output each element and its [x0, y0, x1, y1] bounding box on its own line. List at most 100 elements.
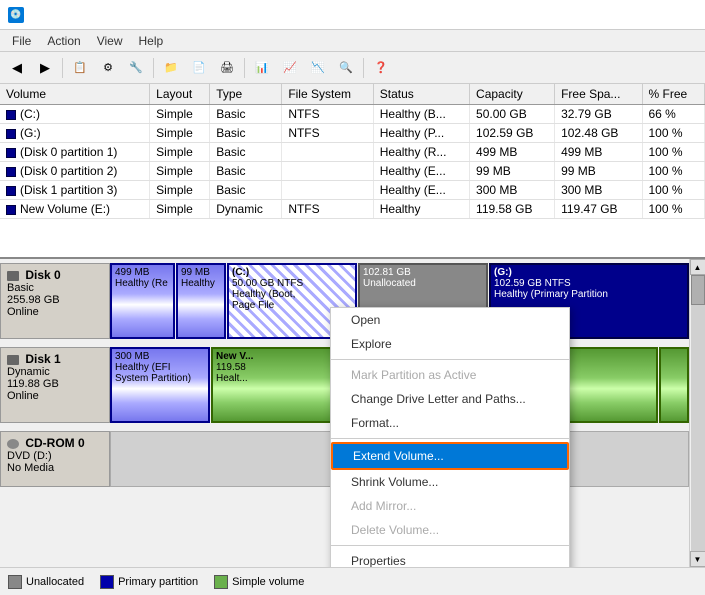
menu-help[interactable]: Help — [131, 32, 172, 50]
legend-simple: Simple volume — [214, 575, 304, 589]
disk-section: Disk 0 Basic 255.98 GB Online 499 MB Hea… — [0, 259, 705, 567]
menu-bar: File Action View Help — [0, 30, 705, 52]
toolbar-btn-12[interactable]: 🔍 — [333, 56, 359, 80]
app-icon: 💿 — [8, 7, 24, 23]
disk0-part2-status: Healthy — [181, 278, 221, 289]
legend-simple-box — [214, 575, 228, 589]
toolbar-separator-1 — [62, 58, 63, 78]
toolbar: ◀ ▶ 📋 ⚙ 🔧 📁 📄 🖨 📊 📈 📉 🔍 ❓ — [0, 52, 705, 84]
scroll-down-btn[interactable]: ▼ — [690, 551, 705, 567]
table-row[interactable]: (C:)SimpleBasicNTFSHealthy (B...50.00 GB… — [0, 105, 705, 124]
disk0-unalloc-size: 102.81 GB — [363, 267, 483, 278]
context-menu: Open Explore Mark Partition as Active Ch… — [330, 307, 570, 567]
ctx-properties[interactable]: Properties — [331, 549, 569, 567]
legend-primary-label: Primary partition — [118, 576, 198, 588]
table-row[interactable]: (G:)SimpleBasicNTFSHealthy (P...102.59 G… — [0, 124, 705, 143]
toolbar-separator-3 — [244, 58, 245, 78]
table-row[interactable]: (Disk 1 partition 3)SimpleBasicHealthy (… — [0, 181, 705, 200]
toolbar-btn-10[interactable]: 📈 — [277, 56, 303, 80]
ctx-sep-2 — [331, 438, 569, 439]
toolbar-btn-help[interactable]: ❓ — [368, 56, 394, 80]
disk0-size: 255.98 GB — [7, 294, 103, 306]
ctx-mark-active: Mark Partition as Active — [331, 363, 569, 387]
legend: Unallocated Primary partition Simple vol… — [0, 567, 705, 595]
disk1-size: 119.88 GB — [7, 378, 103, 390]
cdrom0-title: CD-ROM 0 — [7, 436, 103, 450]
window-controls — [607, 5, 697, 25]
disk1-status: Online — [7, 390, 103, 402]
disk0-icon — [7, 271, 19, 281]
disk0-part3-name: (C:) — [232, 267, 352, 278]
ctx-sep-1 — [331, 359, 569, 360]
cdrom0-label: CD-ROM 0 DVD (D:) No Media — [0, 431, 110, 487]
legend-simple-label: Simple volume — [232, 576, 304, 588]
disk1-part3-extra[interactable] — [659, 347, 689, 423]
toolbar-forward[interactable]: ▶ — [32, 56, 58, 80]
minimize-button[interactable] — [607, 5, 637, 25]
disk-scrollbar[interactable]: ▲ ▼ — [689, 259, 705, 567]
disk1-part1-efi[interactable]: 300 MB Healthy (EFI System Partition) — [110, 347, 210, 423]
maximize-button[interactable] — [637, 5, 667, 25]
ctx-shrink-volume[interactable]: Shrink Volume... — [331, 470, 569, 494]
vol-icon — [6, 129, 16, 139]
scroll-up-btn[interactable]: ▲ — [690, 259, 705, 275]
toolbar-separator-2 — [153, 58, 154, 78]
toolbar-btn-11[interactable]: 📉 — [305, 56, 331, 80]
disk0-part2[interactable]: 99 MB Healthy — [176, 263, 226, 339]
disk1-type: Dynamic — [7, 366, 103, 378]
disk0-title: Disk 0 — [7, 268, 103, 282]
toolbar-btn-6[interactable]: 📁 — [158, 56, 184, 80]
col-freepct: % Free — [642, 84, 705, 105]
toolbar-btn-5[interactable]: 🔧 — [123, 56, 149, 80]
legend-primary: Primary partition — [100, 575, 198, 589]
disk0-type: Basic — [7, 282, 103, 294]
toolbar-btn-9[interactable]: 📊 — [249, 56, 275, 80]
disk1-title: Disk 1 — [7, 352, 103, 366]
col-filesystem: File System — [282, 84, 373, 105]
disk0-part5-status: Healthy (Primary Partition — [494, 289, 684, 300]
vol-icon — [6, 186, 16, 196]
disk0-part1-status: Healthy (Re — [115, 278, 170, 289]
table-row[interactable]: New Volume (E:)SimpleDynamicNTFSHealthy1… — [0, 200, 705, 219]
disk1-part1-size: 300 MB — [115, 351, 205, 362]
cdrom0-type: DVD (D:) — [7, 450, 103, 462]
ctx-delete-volume: Delete Volume... — [331, 518, 569, 542]
legend-primary-box — [100, 575, 114, 589]
toolbar-btn-7[interactable]: 📄 — [186, 56, 212, 80]
ctx-add-mirror: Add Mirror... — [331, 494, 569, 518]
scroll-track[interactable] — [691, 275, 705, 551]
ctx-extend-volume[interactable]: Extend Volume... — [331, 442, 569, 470]
menu-action[interactable]: Action — [39, 32, 88, 50]
scroll-thumb[interactable] — [691, 275, 705, 305]
toolbar-btn-3[interactable]: 📋 — [67, 56, 93, 80]
vol-icon — [6, 148, 16, 158]
disk0-part2-size: 99 MB — [181, 267, 221, 278]
vol-icon — [6, 205, 16, 215]
disk0-part3-size: 50.00 GB NTFS — [232, 278, 352, 289]
ctx-explore[interactable]: Explore — [331, 332, 569, 356]
volume-table-area: Volume Layout Type File System Status Ca… — [0, 84, 705, 259]
disk1-label: Disk 1 Dynamic 119.88 GB Online — [0, 347, 110, 423]
menu-view[interactable]: View — [89, 32, 131, 50]
legend-unalloc-label: Unallocated — [26, 576, 84, 588]
disk1-icon — [7, 355, 19, 365]
ctx-open[interactable]: Open — [331, 308, 569, 332]
disk0-status: Online — [7, 306, 103, 318]
col-volume: Volume — [0, 84, 150, 105]
cdrom0-status: No Media — [7, 462, 103, 474]
table-row[interactable]: (Disk 0 partition 2)SimpleBasicHealthy (… — [0, 162, 705, 181]
legend-unallocated: Unallocated — [8, 575, 84, 589]
toolbar-separator-4 — [363, 58, 364, 78]
toolbar-btn-8[interactable]: 🖨 — [214, 56, 240, 80]
col-capacity: Capacity — [470, 84, 555, 105]
legend-unalloc-box — [8, 575, 22, 589]
menu-file[interactable]: File — [4, 32, 39, 50]
ctx-change-letter[interactable]: Change Drive Letter and Paths... — [331, 387, 569, 411]
ctx-format[interactable]: Format... — [331, 411, 569, 435]
disk0-part1[interactable]: 499 MB Healthy (Re — [110, 263, 175, 339]
toolbar-btn-4[interactable]: ⚙ — [95, 56, 121, 80]
toolbar-back[interactable]: ◀ — [4, 56, 30, 80]
table-row[interactable]: (Disk 0 partition 1)SimpleBasicHealthy (… — [0, 143, 705, 162]
col-freespace: Free Spa... — [555, 84, 642, 105]
close-button[interactable] — [667, 5, 697, 25]
